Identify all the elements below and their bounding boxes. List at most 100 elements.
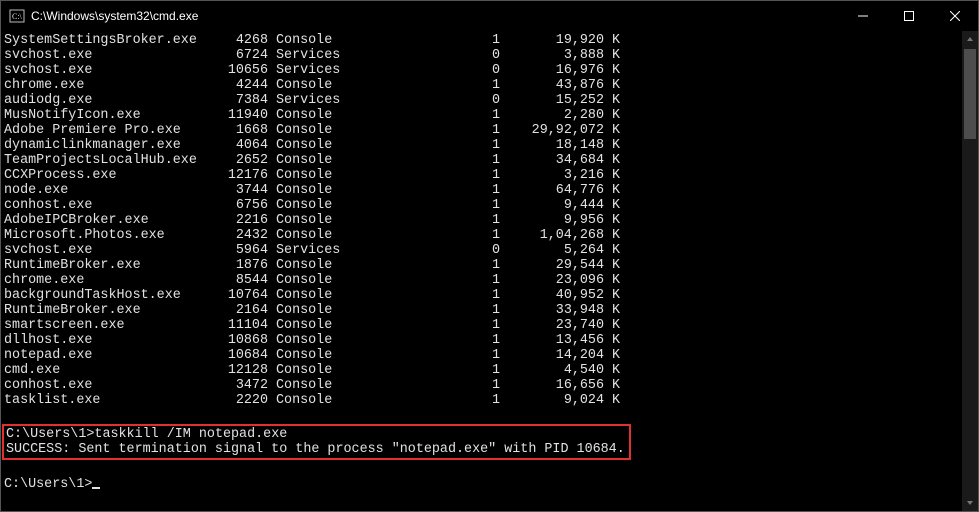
process-session_num: 1 bbox=[348, 138, 500, 153]
process-unit: K bbox=[604, 138, 620, 153]
process-row: SystemSettingsBroker.exe4268 Console119,… bbox=[4, 33, 962, 48]
window-buttons bbox=[840, 1, 978, 31]
process-pid: 10656 bbox=[204, 63, 268, 78]
process-pid: 3744 bbox=[204, 183, 268, 198]
cursor bbox=[92, 487, 100, 489]
process-mem: 4,540 bbox=[500, 363, 604, 378]
process-session_name: Console bbox=[276, 333, 348, 348]
process-name: TeamProjectsLocalHub.exe bbox=[4, 153, 204, 168]
maximize-button[interactable] bbox=[886, 1, 932, 31]
process-row: Adobe Premiere Pro.exe1668 Console129,92… bbox=[4, 123, 962, 138]
process-name: smartscreen.exe bbox=[4, 318, 204, 333]
process-unit: K bbox=[604, 33, 620, 48]
process-pid: 11940 bbox=[204, 108, 268, 123]
titlebar[interactable]: C:\ C:\Windows\system32\cmd.exe bbox=[1, 1, 978, 31]
prompt: C:\Users\1> bbox=[6, 427, 94, 442]
process-unit: K bbox=[604, 213, 620, 228]
scroll-up-arrow[interactable] bbox=[962, 31, 978, 47]
process-name: svchost.exe bbox=[4, 63, 204, 78]
process-mem: 15,252 bbox=[500, 93, 604, 108]
process-unit: K bbox=[604, 198, 620, 213]
process-pid: 2220 bbox=[204, 393, 268, 408]
process-unit: K bbox=[604, 108, 620, 123]
process-mem: 14,204 bbox=[500, 348, 604, 363]
process-pid: 2652 bbox=[204, 153, 268, 168]
process-mem: 9,024 bbox=[500, 393, 604, 408]
cmd-icon: C:\ bbox=[9, 8, 25, 24]
process-row: svchost.exe10656 Services016,976 K bbox=[4, 63, 962, 78]
highlight-annotation: C:\Users\1>taskkill /IM notepad.exeSUCCE… bbox=[2, 424, 631, 460]
process-name: CCXProcess.exe bbox=[4, 168, 204, 183]
process-session_num: 0 bbox=[348, 243, 500, 258]
process-session_name: Console bbox=[276, 378, 348, 393]
process-name: RuntimeBroker.exe bbox=[4, 303, 204, 318]
process-row: cmd.exe12128 Console14,540 K bbox=[4, 363, 962, 378]
command-result: SUCCESS: Sent termination signal to the … bbox=[6, 442, 625, 457]
process-mem: 19,920 bbox=[500, 33, 604, 48]
process-unit: K bbox=[604, 48, 620, 63]
minimize-button[interactable] bbox=[840, 1, 886, 31]
command-text: taskkill /IM notepad.exe bbox=[94, 427, 287, 442]
process-unit: K bbox=[604, 303, 620, 318]
process-pid: 11104 bbox=[204, 318, 268, 333]
process-unit: K bbox=[604, 168, 620, 183]
process-session_num: 1 bbox=[348, 78, 500, 93]
process-name: cmd.exe bbox=[4, 363, 204, 378]
process-mem: 5,264 bbox=[500, 243, 604, 258]
process-pid: 6756 bbox=[204, 198, 268, 213]
process-row: Microsoft.Photos.exe2432 Console11,04,26… bbox=[4, 228, 962, 243]
process-session_name: Console bbox=[276, 393, 348, 408]
process-name: audiodg.exe bbox=[4, 93, 204, 108]
process-pid: 10684 bbox=[204, 348, 268, 363]
vertical-scrollbar[interactable] bbox=[962, 31, 978, 511]
process-session_num: 1 bbox=[348, 318, 500, 333]
prompt: C:\Users\1> bbox=[4, 477, 92, 492]
process-session_num: 1 bbox=[348, 363, 500, 378]
process-session_name: Console bbox=[276, 33, 348, 48]
process-name: MusNotifyIcon.exe bbox=[4, 108, 204, 123]
process-name: SystemSettingsBroker.exe bbox=[4, 33, 204, 48]
console-output[interactable]: SystemSettingsBroker.exe4268 Console119,… bbox=[1, 31, 962, 511]
process-mem: 29,92,072 bbox=[500, 123, 604, 138]
process-session_num: 1 bbox=[348, 288, 500, 303]
process-mem: 1,04,268 bbox=[500, 228, 604, 243]
process-name: Adobe Premiere Pro.exe bbox=[4, 123, 204, 138]
process-session_name: Services bbox=[276, 48, 348, 63]
scroll-down-arrow[interactable] bbox=[962, 495, 978, 511]
process-name: conhost.exe bbox=[4, 378, 204, 393]
process-mem: 16,656 bbox=[500, 378, 604, 393]
process-session_num: 1 bbox=[348, 198, 500, 213]
process-unit: K bbox=[604, 243, 620, 258]
current-prompt-line[interactable]: C:\Users\1> bbox=[4, 477, 962, 492]
process-session_num: 1 bbox=[348, 168, 500, 183]
process-row: CCXProcess.exe12176 Console13,216 K bbox=[4, 168, 962, 183]
process-row: RuntimeBroker.exe2164 Console133,948 K bbox=[4, 303, 962, 318]
process-session_name: Console bbox=[276, 363, 348, 378]
process-mem: 2,280 bbox=[500, 108, 604, 123]
process-unit: K bbox=[604, 348, 620, 363]
process-session_num: 1 bbox=[348, 303, 500, 318]
process-pid: 6724 bbox=[204, 48, 268, 63]
process-session_name: Console bbox=[276, 168, 348, 183]
scrollbar-thumb[interactable] bbox=[964, 49, 976, 139]
process-row: node.exe3744 Console164,776 K bbox=[4, 183, 962, 198]
process-pid: 12128 bbox=[204, 363, 268, 378]
close-button[interactable] bbox=[932, 1, 978, 31]
process-mem: 40,952 bbox=[500, 288, 604, 303]
process-name: AdobeIPCBroker.exe bbox=[4, 213, 204, 228]
process-row: chrome.exe4244 Console143,876 K bbox=[4, 78, 962, 93]
process-mem: 16,976 bbox=[500, 63, 604, 78]
process-mem: 34,684 bbox=[500, 153, 604, 168]
process-session_num: 1 bbox=[348, 153, 500, 168]
process-session_num: 1 bbox=[348, 348, 500, 363]
process-pid: 4268 bbox=[204, 33, 268, 48]
process-session_num: 1 bbox=[348, 393, 500, 408]
process-pid: 8544 bbox=[204, 273, 268, 288]
process-session_name: Services bbox=[276, 63, 348, 78]
process-pid: 10764 bbox=[204, 288, 268, 303]
process-pid: 4064 bbox=[204, 138, 268, 153]
process-unit: K bbox=[604, 183, 620, 198]
process-row: conhost.exe6756 Console19,444 K bbox=[4, 198, 962, 213]
process-row: chrome.exe8544 Console123,096 K bbox=[4, 273, 962, 288]
process-row: smartscreen.exe11104 Console123,740 K bbox=[4, 318, 962, 333]
